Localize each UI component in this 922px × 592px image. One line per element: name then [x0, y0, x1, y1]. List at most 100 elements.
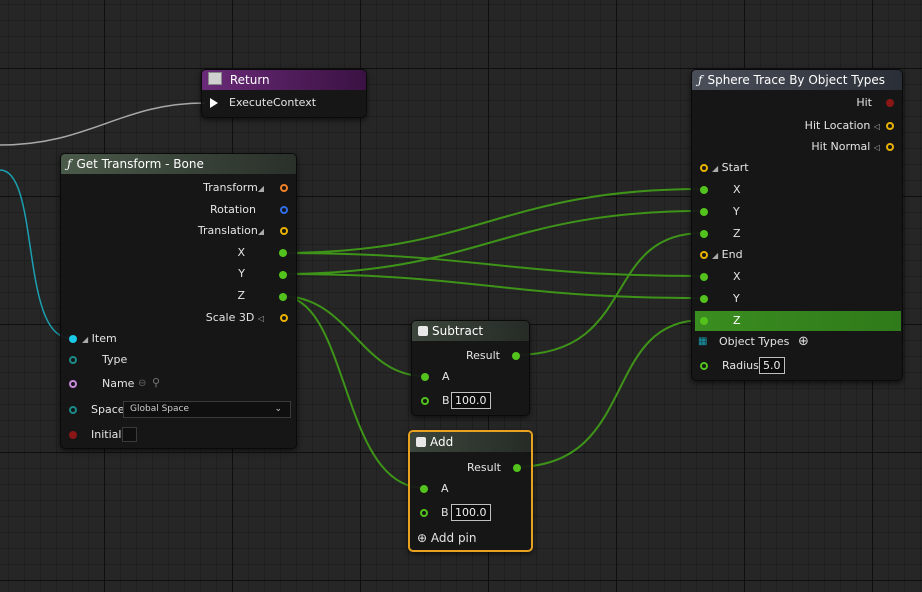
name-input-pin[interactable]	[69, 380, 77, 388]
hit-normal-output-label: Hit Normal ◁	[811, 140, 880, 153]
space-input-pin[interactable]	[69, 406, 77, 414]
end-y-label: Y	[733, 292, 740, 305]
hit-normal-output-pin[interactable]	[886, 143, 894, 151]
start-z-input-pin[interactable]	[700, 230, 708, 238]
subtract-title: Subtract	[432, 324, 484, 338]
plus-circle-icon[interactable]: ⊕	[798, 335, 809, 349]
end-z-input-pin[interactable]	[700, 317, 708, 325]
exec-wire	[0, 102, 206, 146]
array-grid-icon: ▦	[698, 336, 708, 347]
initial-input-label: Initial	[91, 428, 122, 441]
scale3d-output-pin[interactable]	[280, 314, 288, 322]
get-transform-title: Get Transform - Bone	[76, 157, 204, 171]
add-title: Add	[430, 435, 454, 449]
initial-input-pin[interactable]	[69, 431, 77, 439]
end-z-label: Z	[733, 314, 741, 327]
transform-output-pin[interactable]	[280, 184, 288, 192]
add-pin-button[interactable]: ⊕ Add pin	[417, 531, 477, 545]
wire-add-result	[514, 319, 704, 468]
y-output-pin[interactable]	[279, 271, 287, 279]
y-output-label: Y	[238, 267, 245, 280]
translation-output-pin[interactable]	[280, 227, 288, 235]
radius-input-pin[interactable]	[700, 362, 708, 370]
start-y-input-pin[interactable]	[700, 208, 708, 216]
add-b-value-field[interactable]: 100.0	[451, 504, 491, 521]
add-result-pin[interactable]	[513, 464, 521, 472]
end-z-row-highlight[interactable]	[695, 311, 901, 331]
subtract-node[interactable]: Subtract Result A B 100.0	[411, 320, 530, 416]
hit-output-pin[interactable]	[886, 99, 894, 107]
start-x-input-pin[interactable]	[700, 186, 708, 194]
add-b-label: B	[441, 506, 449, 519]
subtract-b-pin[interactable]	[421, 397, 429, 405]
x-output-pin[interactable]	[279, 249, 287, 257]
type-input-pin[interactable]	[69, 356, 77, 364]
item-input-pin[interactable]	[69, 335, 77, 343]
name-input-label: Name	[102, 377, 135, 390]
start-input-pin[interactable]	[700, 164, 708, 172]
search-icon[interactable]: ⚲	[152, 376, 160, 390]
object-types-label: Object Types	[719, 335, 790, 348]
return-node[interactable]: Return ExecuteContext	[201, 69, 367, 118]
subtract-header[interactable]: Subtract	[412, 321, 529, 341]
translation-output-label: Translation◢	[197, 224, 264, 237]
math-node-icon	[416, 437, 426, 447]
return-node-title: Return	[229, 73, 270, 87]
subtract-b-label: B	[442, 394, 450, 407]
wire-sub-result	[514, 232, 704, 356]
add-result-label: Result	[467, 461, 501, 474]
subtract-a-pin[interactable]	[421, 373, 429, 381]
add-a-pin[interactable]	[420, 485, 428, 493]
end-input-label: ◢ End	[712, 248, 743, 261]
add-node[interactable]: Add Result A B 100.0 ⊕ Add pin	[408, 430, 533, 552]
hit-location-output-pin[interactable]	[886, 122, 894, 130]
wire-z-sub	[280, 295, 425, 377]
end-y-input-pin[interactable]	[700, 295, 708, 303]
math-node-icon	[418, 326, 428, 336]
space-input-label: Space	[91, 403, 125, 416]
subtract-a-label: A	[442, 370, 450, 383]
subtract-b-value-field[interactable]: 100.0	[451, 392, 491, 409]
execute-context-label: ExecuteContext	[229, 96, 317, 109]
add-pin-label: Add pin	[430, 531, 477, 545]
add-a-label: A	[441, 482, 449, 495]
get-transform-node[interactable]: ƒ Get Transform - Bone Transform◢ Rotatio…	[60, 153, 297, 449]
add-header[interactable]: Add	[410, 432, 531, 452]
plus-circle-icon: ⊕	[417, 531, 428, 545]
rotation-output-label: Rotation	[209, 203, 256, 216]
sphere-trace-title: Sphere Trace By Object Types	[707, 73, 886, 87]
end-x-label: X	[733, 270, 741, 283]
return-node-header[interactable]: Return	[202, 70, 366, 90]
end-x-input-pin[interactable]	[700, 273, 708, 281]
initial-checkbox[interactable]	[122, 427, 137, 442]
radius-label: Radius	[722, 359, 759, 372]
name-clear-icon[interactable]: ⊖	[138, 377, 146, 391]
function-icon: ƒ	[698, 73, 703, 87]
type-input-label: Type	[102, 353, 128, 366]
x-output-label: X	[237, 246, 245, 259]
execute-context-pin[interactable]	[210, 98, 218, 108]
start-x-label: X	[733, 183, 741, 196]
start-z-label: Z	[733, 227, 741, 240]
subtract-result-label: Result	[466, 349, 500, 362]
wire-z-add	[280, 295, 425, 489]
rotation-output-pin[interactable]	[280, 206, 288, 214]
z-output-label: Z	[237, 289, 245, 302]
z-output-pin[interactable]	[279, 293, 287, 301]
space-dropdown[interactable]: Global Space ⌄	[123, 401, 291, 418]
radius-value-field[interactable]: 5.0	[759, 357, 785, 374]
get-transform-header[interactable]: ƒ Get Transform - Bone	[61, 154, 296, 174]
sphere-trace-header[interactable]: ƒ Sphere Trace By Object Types	[692, 70, 902, 90]
return-node-icon	[208, 72, 222, 85]
dropdown-chevron-icon: ⌄	[274, 404, 282, 414]
sphere-trace-node[interactable]: ƒ Sphere Trace By Object Types Hit Hit Lo…	[691, 69, 903, 381]
space-dropdown-value: Global Space	[130, 404, 189, 414]
subtract-result-pin[interactable]	[512, 352, 520, 360]
start-input-label: ◢ Start	[712, 161, 749, 174]
scale3d-output-label: Scale 3D ◁	[205, 311, 264, 324]
add-b-pin[interactable]	[420, 509, 428, 517]
end-input-pin[interactable]	[700, 251, 708, 259]
wire-x-start	[280, 188, 704, 254]
hit-output-label: Hit	[856, 96, 872, 109]
wire-y-end	[280, 273, 704, 299]
